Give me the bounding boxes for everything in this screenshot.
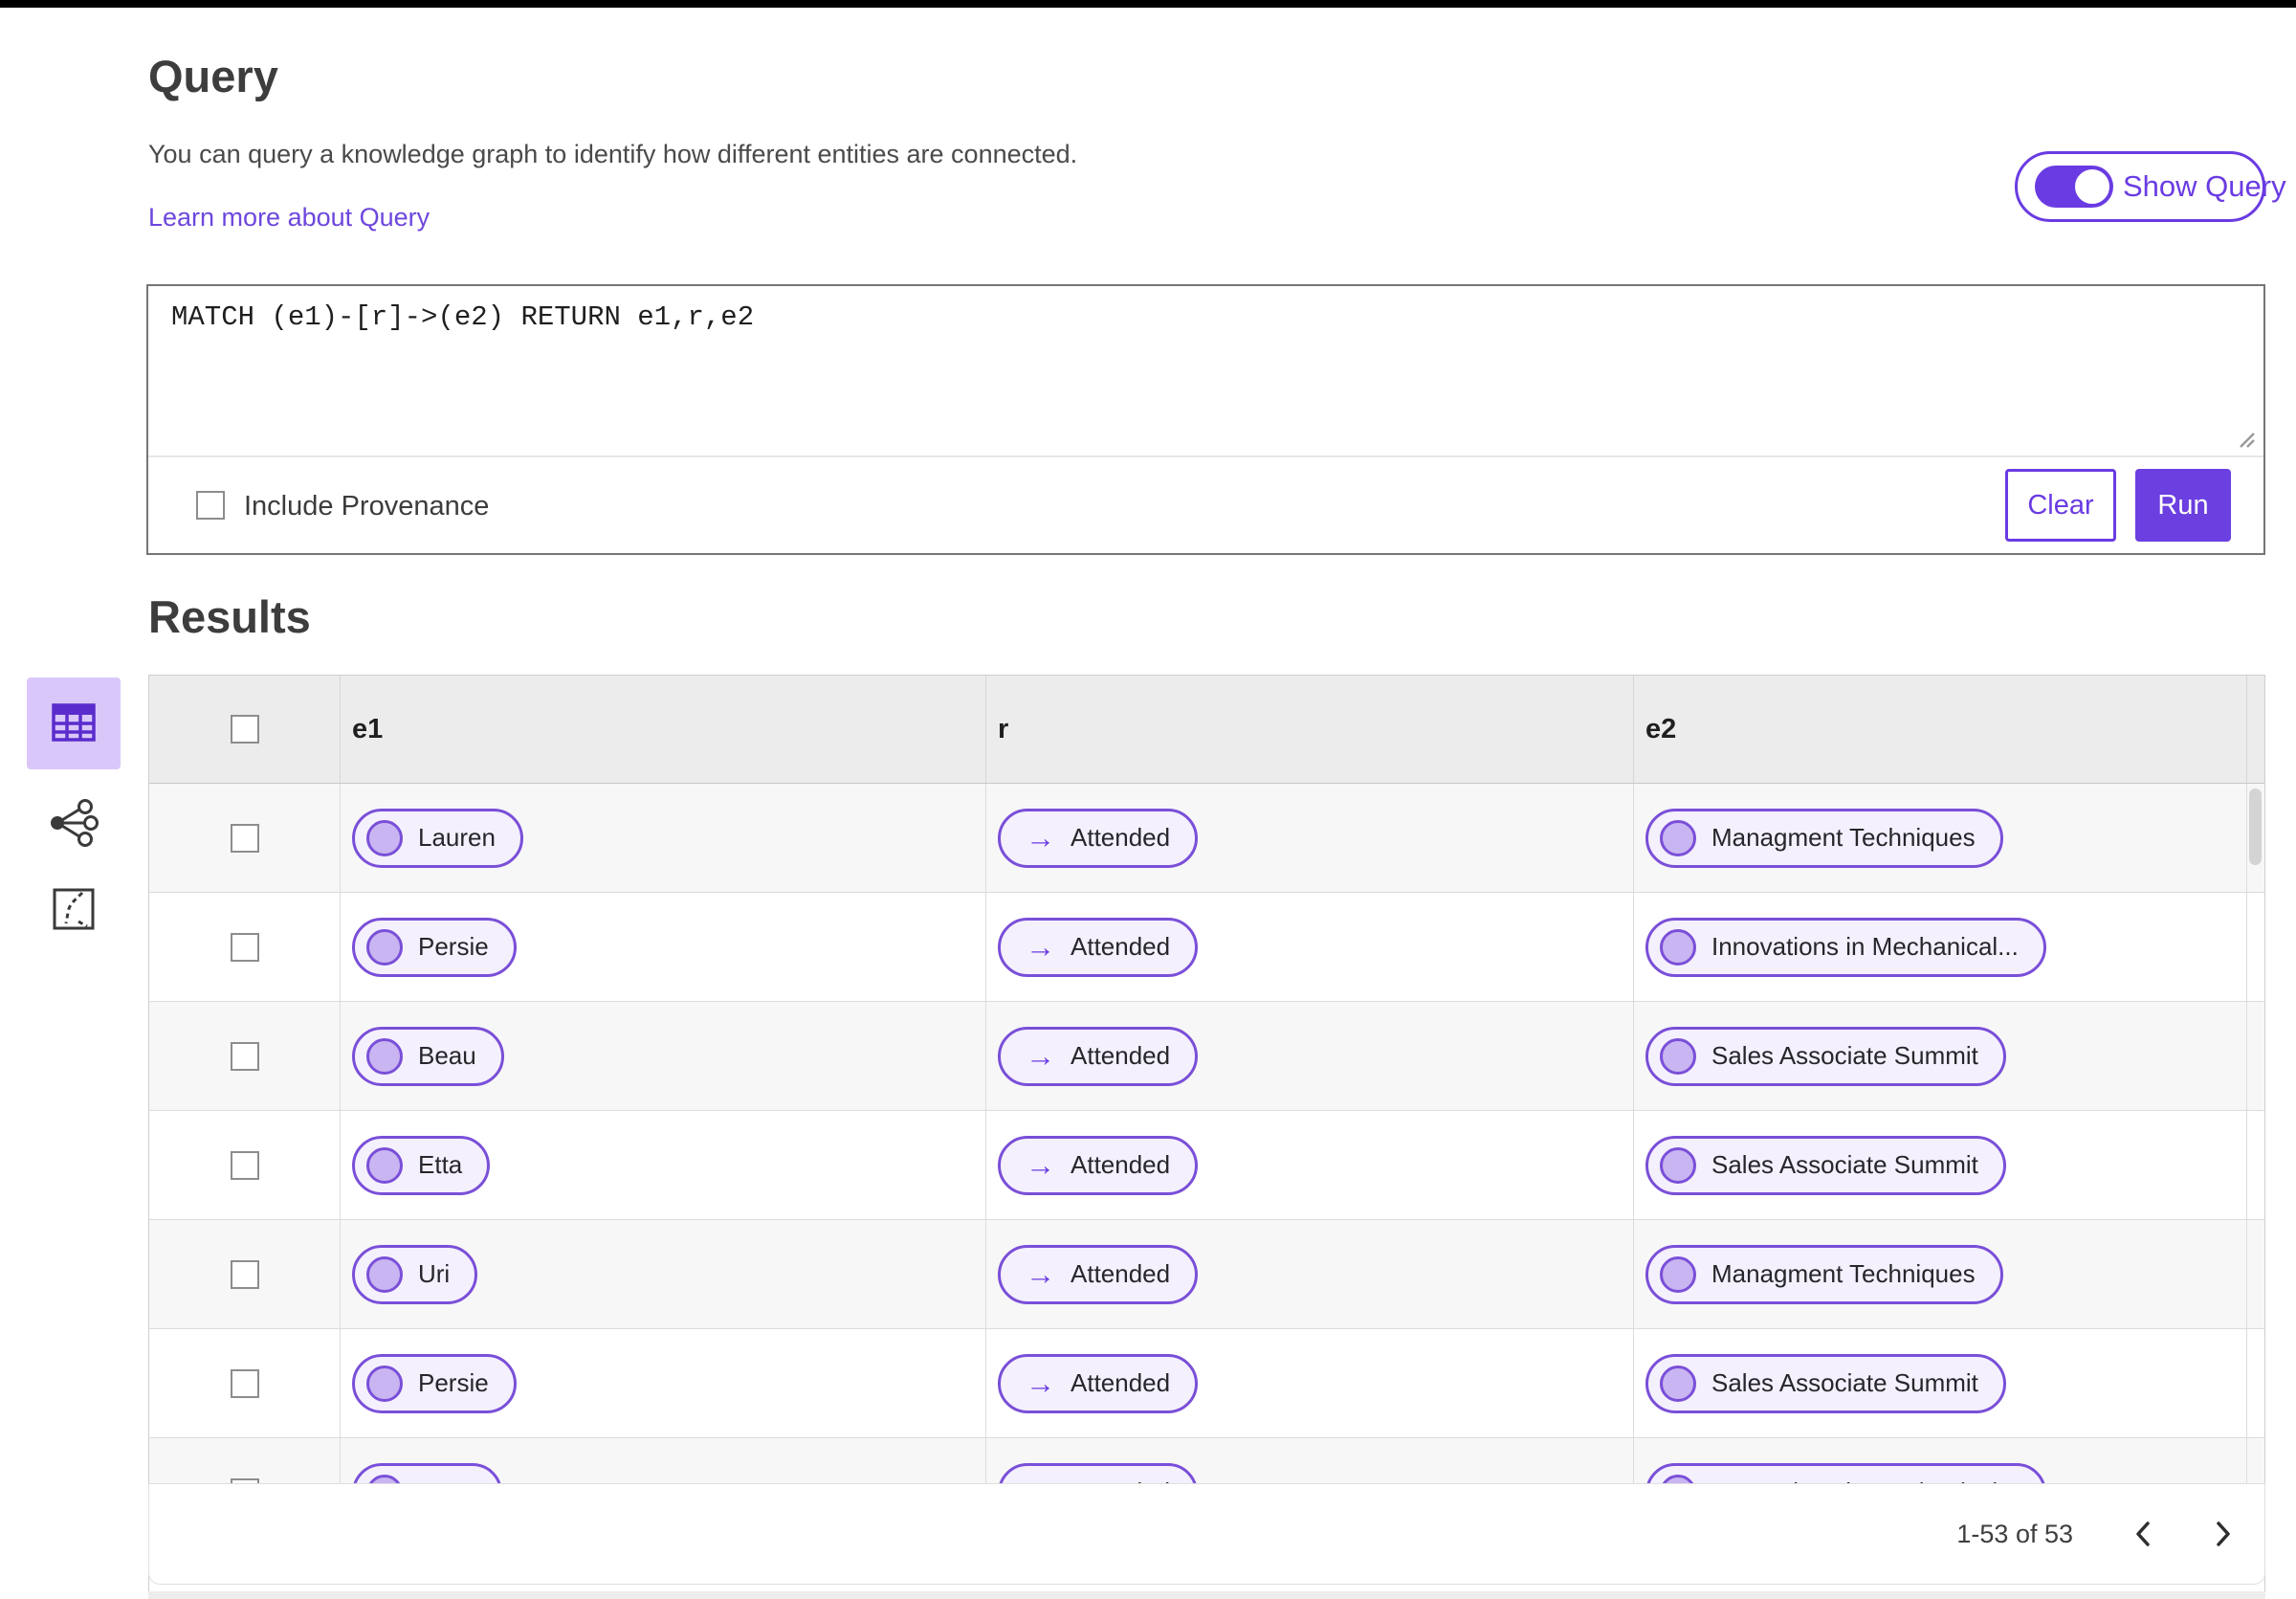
graph-view-button[interactable] <box>44 797 103 851</box>
table-row[interactable]: Uri → Attended Managment Techniques <box>149 1220 2264 1329</box>
column-header-e2: e2 <box>1645 713 1677 744</box>
query-editor-panel: MATCH (e1)-[r]->(e2) RETURN e1,r,e2 Incl… <box>146 284 2265 555</box>
pagination-range: 1-53 of 53 <box>1956 1519 2073 1548</box>
include-provenance-label: Include Provenance <box>244 491 490 522</box>
relation-arrow-icon: → <box>1026 1366 1055 1400</box>
vertical-scrollbar[interactable] <box>2249 788 2262 865</box>
entity-node-icon <box>366 928 403 966</box>
table-row[interactable]: Lauren → Attended Managment Techniques <box>149 784 2264 893</box>
query-box-divider <box>148 455 2263 457</box>
relation-pill[interactable]: → Attended <box>998 917 1199 977</box>
map-view-button[interactable] <box>50 886 98 934</box>
entity-pill[interactable]: Sales Associate Summit <box>1645 1026 2006 1086</box>
entity-pill[interactable]: Managment Techniques <box>1645 1244 2003 1304</box>
relation-arrow-icon: → <box>1026 1038 1055 1073</box>
entity-pill[interactable]: Persie <box>352 1353 517 1413</box>
window-top-border <box>0 0 2296 8</box>
next-page-button[interactable] <box>2213 1520 2234 1548</box>
entity-node-icon <box>1660 1255 1696 1293</box>
select-all-checkbox[interactable] <box>230 715 259 744</box>
knowledge-graph-query-page: Query You can query a knowledge graph to… <box>0 0 2296 1599</box>
entity-pill[interactable]: Persie <box>352 917 517 977</box>
table-row[interactable]: Persie → Attended Sales Associate Summit <box>149 1329 2264 1438</box>
horizontal-scrollbar-track[interactable] <box>148 1591 2265 1599</box>
entity-node-icon <box>1660 819 1696 856</box>
clear-button[interactable]: Clear <box>2005 469 2116 542</box>
map-view-icon <box>52 887 96 934</box>
results-title: Results <box>148 591 311 642</box>
row-checkbox[interactable] <box>230 1150 259 1180</box>
table-row[interactable]: Beau → Attended Sales Associate Summit <box>149 1002 2264 1111</box>
entity-pill[interactable]: Sales Associate Summit <box>1645 1135 2006 1195</box>
entity-node-icon <box>366 1037 403 1075</box>
show-query-label: Show Query <box>2123 169 2286 203</box>
column-header-r: r <box>998 713 1009 744</box>
run-button[interactable]: Run <box>2135 469 2231 542</box>
row-checkbox[interactable] <box>230 1368 259 1398</box>
row-checkbox[interactable] <box>230 1259 259 1289</box>
include-provenance-checkbox[interactable] <box>196 491 225 520</box>
query-input[interactable]: MATCH (e1)-[r]->(e2) RETURN e1,r,e2 <box>171 301 754 333</box>
entity-node-icon <box>1660 1037 1696 1075</box>
entity-node-icon <box>1660 1146 1696 1184</box>
entity-node-icon <box>366 1146 403 1184</box>
relation-pill[interactable]: → Attended <box>998 808 1199 868</box>
relation-pill[interactable]: → Attended <box>998 1026 1199 1086</box>
relation-pill[interactable]: → Attended <box>998 1353 1199 1413</box>
table-row[interactable]: Etta → Attended Sales Associate Summit <box>149 1111 2264 1220</box>
entity-pill[interactable]: Lauren <box>352 808 523 868</box>
entity-pill[interactable]: Uri <box>352 1244 478 1304</box>
graph-view-icon <box>46 798 101 851</box>
page-title: Query <box>148 51 278 101</box>
table-view-icon <box>51 701 97 746</box>
relation-pill[interactable]: → Attended <box>998 1135 1199 1195</box>
resize-handle-icon[interactable] <box>2231 424 2258 451</box>
results-table: e1 r e2 Lauren → Attended Managment Tech… <box>148 675 2265 1599</box>
entity-pill[interactable]: Managment Techniques <box>1645 808 2003 868</box>
row-checkbox[interactable] <box>230 823 259 853</box>
toggle-switch-icon[interactable] <box>2035 166 2113 208</box>
show-query-toggle[interactable]: Show Query <box>2015 151 2286 222</box>
table-row[interactable]: Persie → Attended Innovations in Mechani… <box>149 893 2264 1002</box>
relation-arrow-icon: → <box>1026 929 1055 964</box>
relation-pill[interactable]: → Attended <box>998 1244 1199 1304</box>
relation-arrow-icon: → <box>1026 1256 1055 1291</box>
entity-node-icon <box>1660 1365 1696 1402</box>
query-description: You can query a knowledge graph to ident… <box>148 140 1078 168</box>
entity-pill[interactable]: Innovations in Mechanical... <box>1645 917 2046 977</box>
learn-more-link[interactable]: Learn more about Query <box>148 203 430 233</box>
table-view-button[interactable] <box>27 677 121 769</box>
column-header-e1: e1 <box>352 713 384 744</box>
entity-pill[interactable]: Sales Associate Summit <box>1645 1353 2006 1413</box>
relation-arrow-icon: → <box>1026 820 1055 855</box>
entity-node-icon <box>1660 928 1696 966</box>
pagination-bar: 1-53 of 53 <box>148 1483 2265 1585</box>
table-header-row: e1 r e2 <box>149 676 2264 784</box>
relation-arrow-icon: → <box>1026 1147 1055 1182</box>
entity-pill[interactable]: Etta <box>352 1135 491 1195</box>
row-checkbox[interactable] <box>230 932 259 962</box>
table-body: Lauren → Attended Managment Techniques P… <box>149 784 2264 1547</box>
row-checkbox[interactable] <box>230 1041 259 1071</box>
entity-pill[interactable]: Beau <box>352 1026 504 1086</box>
entity-node-icon <box>366 1255 403 1293</box>
entity-node-icon <box>366 819 403 856</box>
entity-node-icon <box>366 1365 403 1402</box>
previous-page-button[interactable] <box>2132 1520 2153 1548</box>
toggle-knob <box>2072 167 2112 207</box>
